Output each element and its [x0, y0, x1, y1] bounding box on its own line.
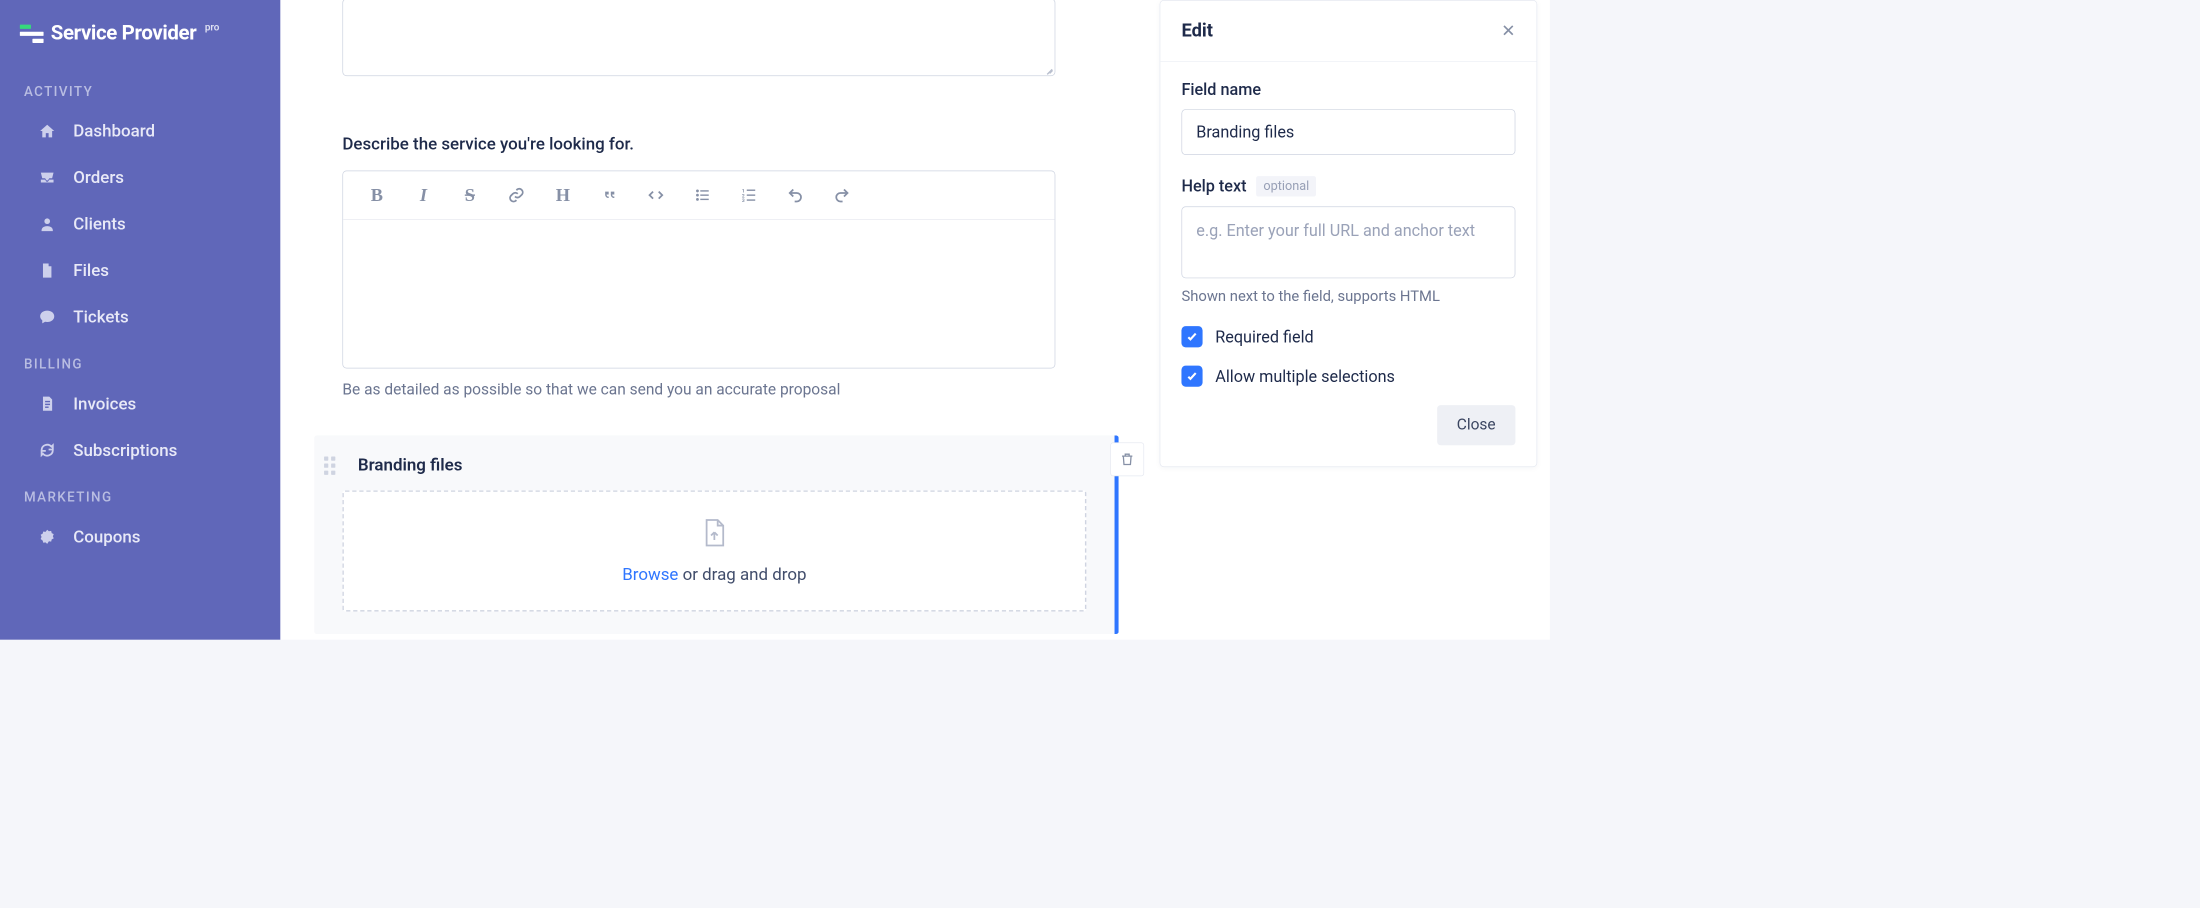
- redo-icon[interactable]: [829, 182, 854, 207]
- refresh-icon: [37, 440, 58, 461]
- rte-toolbar: B I S H 123: [343, 171, 1055, 220]
- rich-text-editor: B I S H 123: [342, 170, 1055, 368]
- user-icon: [37, 213, 58, 234]
- sidebar-item-dashboard[interactable]: Dashboard: [0, 108, 280, 154]
- optional-tag: optional: [1256, 176, 1316, 196]
- delete-button[interactable]: [1110, 442, 1144, 476]
- sidebar-item-coupons[interactable]: Coupons: [0, 514, 280, 560]
- main-content: Describe the service you're looking for.…: [280, 0, 1550, 640]
- dropzone-rest: or drag and drop: [678, 564, 806, 584]
- describe-help-text: Be as detailed as possible so that we ca…: [342, 381, 1085, 399]
- sidebar-item-label: Dashboard: [73, 121, 155, 141]
- sidebar-item-files[interactable]: Files: [0, 247, 280, 293]
- logo: Service Provider pro: [0, 21, 280, 67]
- nav-section-marketing: MARKETING: [0, 473, 280, 513]
- sidebar-item-tickets[interactable]: Tickets: [0, 294, 280, 340]
- sidebar-item-label: Invoices: [73, 394, 136, 414]
- multiple-checkbox-row[interactable]: Allow multiple selections: [1181, 366, 1515, 387]
- logo-mark-icon: [20, 23, 44, 43]
- svg-text:3: 3: [742, 198, 745, 203]
- sidebar-item-clients[interactable]: Clients: [0, 201, 280, 247]
- sidebar-item-invoices[interactable]: Invoices: [0, 380, 280, 426]
- help-sub-text: Shown next to the field, supports HTML: [1181, 288, 1515, 305]
- required-checkbox-row[interactable]: Required field: [1181, 326, 1515, 347]
- edit-panel-header: Edit ✕: [1160, 1, 1536, 62]
- sidebar-item-label: Orders: [73, 168, 124, 188]
- field-name-label: Field name: [1181, 80, 1515, 99]
- multiple-checkbox[interactable]: [1181, 366, 1202, 387]
- nav-section-billing: BILLING: [0, 340, 280, 380]
- sidebar-item-label: Tickets: [73, 307, 128, 327]
- help-text-label-text: Help text: [1181, 177, 1246, 196]
- quote-icon[interactable]: [597, 182, 622, 207]
- close-button[interactable]: Close: [1437, 405, 1515, 445]
- resize-handle-icon[interactable]: [1043, 64, 1053, 74]
- edit-panel-title: Edit: [1181, 20, 1212, 41]
- badge-icon: [37, 526, 58, 547]
- sidebar: Service Provider pro ACTIVITY Dashboard …: [0, 0, 280, 640]
- upload-file-icon: [700, 518, 728, 552]
- required-checkbox[interactable]: [1181, 326, 1202, 347]
- browse-link[interactable]: Browse: [622, 564, 678, 584]
- italic-icon[interactable]: I: [411, 182, 436, 207]
- chat-icon: [37, 306, 58, 327]
- branding-files-card[interactable]: Branding files Browse or drag and drop: [314, 435, 1119, 634]
- field-name-input[interactable]: [1181, 109, 1515, 155]
- help-text-label: Help text optional: [1181, 176, 1515, 196]
- sidebar-item-subscriptions[interactable]: Subscriptions: [0, 427, 280, 473]
- required-checkbox-label: Required field: [1215, 327, 1313, 346]
- bullet-list-icon[interactable]: [690, 182, 715, 207]
- strikethrough-icon[interactable]: S: [457, 182, 482, 207]
- dropzone-text: Browse or drag and drop: [622, 564, 806, 584]
- undo-icon[interactable]: [783, 182, 808, 207]
- logo-pro-tag: pro: [205, 22, 220, 33]
- sidebar-item-label: Clients: [73, 214, 125, 234]
- describe-label: Describe the service you're looking for.: [342, 134, 1085, 154]
- code-icon[interactable]: [643, 182, 668, 207]
- sidebar-item-label: Coupons: [73, 527, 140, 547]
- link-icon[interactable]: [504, 182, 529, 207]
- help-text-input[interactable]: [1181, 206, 1515, 278]
- bold-icon[interactable]: B: [364, 182, 389, 207]
- sidebar-item-orders[interactable]: Orders: [0, 154, 280, 200]
- sidebar-item-label: Subscriptions: [73, 440, 177, 460]
- invoice-icon: [37, 393, 58, 414]
- home-icon: [37, 120, 58, 141]
- textarea-field[interactable]: [342, 0, 1055, 76]
- rte-body[interactable]: [343, 220, 1055, 368]
- nav-section-activity: ACTIVITY: [0, 68, 280, 108]
- sidebar-item-label: Files: [73, 261, 109, 281]
- branding-card-title: Branding files: [358, 455, 1086, 475]
- ordered-list-icon[interactable]: 123: [736, 182, 761, 207]
- edit-panel: Edit ✕ Field name Help text optional Sho…: [1160, 0, 1538, 467]
- multiple-checkbox-label: Allow multiple selections: [1215, 367, 1395, 386]
- file-icon: [37, 260, 58, 281]
- logo-text: Service Provider: [51, 21, 197, 45]
- drag-handle-icon[interactable]: [324, 457, 337, 475]
- close-icon[interactable]: ✕: [1501, 21, 1515, 41]
- inbox-icon: [37, 167, 58, 188]
- heading-icon[interactable]: H: [550, 182, 575, 207]
- file-dropzone[interactable]: Browse or drag and drop: [342, 490, 1086, 611]
